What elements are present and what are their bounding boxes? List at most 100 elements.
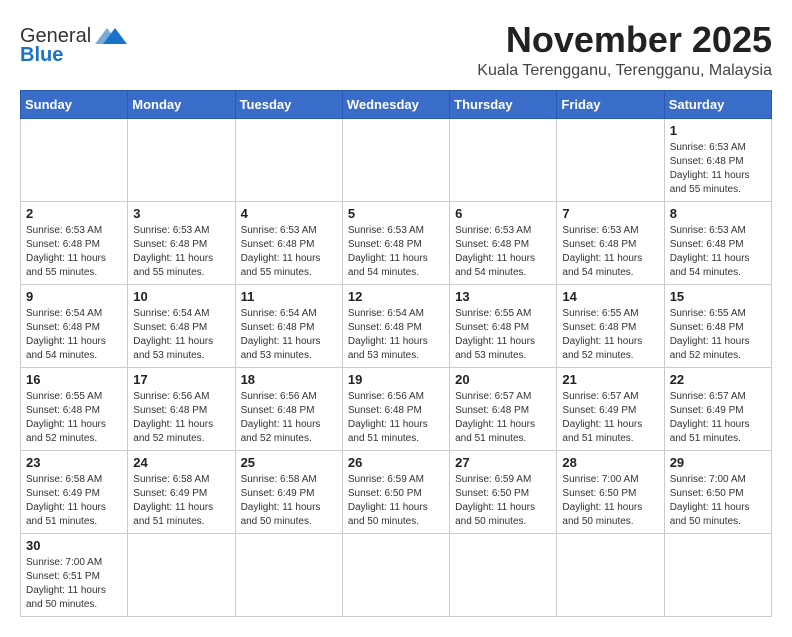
calendar-header-monday: Monday (128, 90, 235, 118)
cell-info: Sunrise: 6:53 AM Sunset: 6:48 PM Dayligh… (348, 224, 444, 280)
day-number: 8 (670, 206, 766, 221)
calendar-cell: 10 Sunrise: 6:54 AM Sunset: 6:48 PM Dayli… (128, 284, 235, 367)
page-header: General Blue November 2025 Kuala Terengg… (20, 20, 772, 80)
cell-info: Sunrise: 6:53 AM Sunset: 6:48 PM Dayligh… (670, 141, 766, 197)
month-title: November 2025 (477, 20, 772, 60)
calendar-cell: 30 Sunrise: 7:00 AM Sunset: 6:51 PM Dayli… (21, 533, 128, 616)
day-number: 16 (26, 372, 122, 387)
cell-info: Sunrise: 6:59 AM Sunset: 6:50 PM Dayligh… (455, 473, 551, 529)
cell-info: Sunrise: 6:58 AM Sunset: 6:49 PM Dayligh… (26, 473, 122, 529)
day-number: 1 (670, 123, 766, 138)
calendar-table: SundayMondayTuesdayWednesdayThursdayFrid… (20, 90, 772, 617)
calendar-week-row: 16 Sunrise: 6:55 AM Sunset: 6:48 PM Dayli… (21, 367, 772, 450)
cell-info: Sunrise: 6:58 AM Sunset: 6:49 PM Dayligh… (133, 473, 229, 529)
logo-blue: Blue (20, 44, 63, 67)
calendar-cell: 19Sunrise: 6:56 AM Sunset: 6:48 PM Dayli… (342, 367, 449, 450)
cell-info: Sunrise: 6:55 AM Sunset: 6:48 PM Dayligh… (26, 390, 122, 446)
cell-info: Sunrise: 6:57 AM Sunset: 6:49 PM Dayligh… (562, 390, 658, 446)
calendar-cell (450, 533, 557, 616)
day-number: 6 (455, 206, 551, 221)
calendar-cell (450, 118, 557, 201)
day-number: 10 (133, 289, 229, 304)
calendar-cell: 3 Sunrise: 6:53 AM Sunset: 6:48 PM Daylig… (128, 201, 235, 284)
cell-info: Sunrise: 6:53 AM Sunset: 6:48 PM Dayligh… (133, 224, 229, 280)
cell-info: Sunrise: 6:53 AM Sunset: 6:48 PM Dayligh… (455, 224, 551, 280)
cell-info: Sunrise: 6:54 AM Sunset: 6:48 PM Dayligh… (348, 307, 444, 363)
day-number: 22 (670, 372, 766, 387)
day-number: 28 (562, 455, 658, 470)
calendar-week-row: 9 Sunrise: 6:54 AM Sunset: 6:48 PM Daylig… (21, 284, 772, 367)
calendar-cell: 24Sunrise: 6:58 AM Sunset: 6:49 PM Dayli… (128, 450, 235, 533)
calendar-header-tuesday: Tuesday (235, 90, 342, 118)
calendar-cell (128, 118, 235, 201)
calendar-cell (664, 533, 771, 616)
calendar-cell: 5 Sunrise: 6:53 AM Sunset: 6:48 PM Daylig… (342, 201, 449, 284)
calendar-cell (557, 533, 664, 616)
day-number: 14 (562, 289, 658, 304)
calendar-cell (342, 533, 449, 616)
calendar-week-row: 1 Sunrise: 6:53 AM Sunset: 6:48 PM Daylig… (21, 118, 772, 201)
cell-info: Sunrise: 6:57 AM Sunset: 6:48 PM Dayligh… (455, 390, 551, 446)
calendar-cell: 12 Sunrise: 6:54 AM Sunset: 6:48 PM Dayli… (342, 284, 449, 367)
day-number: 4 (241, 206, 337, 221)
cell-info: Sunrise: 6:55 AM Sunset: 6:48 PM Dayligh… (455, 307, 551, 363)
cell-info: Sunrise: 6:54 AM Sunset: 6:48 PM Dayligh… (241, 307, 337, 363)
cell-info: Sunrise: 6:57 AM Sunset: 6:49 PM Dayligh… (670, 390, 766, 446)
calendar-cell: 13 Sunrise: 6:55 AM Sunset: 6:48 PM Dayli… (450, 284, 557, 367)
cell-info: Sunrise: 7:00 AM Sunset: 6:51 PM Dayligh… (26, 556, 122, 612)
calendar-cell: 18Sunrise: 6:56 AM Sunset: 6:48 PM Dayli… (235, 367, 342, 450)
calendar-header-friday: Friday (557, 90, 664, 118)
calendar-cell: 14 Sunrise: 6:55 AM Sunset: 6:48 PM Dayli… (557, 284, 664, 367)
day-number: 12 (348, 289, 444, 304)
cell-info: Sunrise: 6:53 AM Sunset: 6:48 PM Dayligh… (670, 224, 766, 280)
day-number: 25 (241, 455, 337, 470)
calendar-cell: 16 Sunrise: 6:55 AM Sunset: 6:48 PM Dayli… (21, 367, 128, 450)
day-number: 23 (26, 455, 122, 470)
day-number: 13 (455, 289, 551, 304)
calendar-cell: 27Sunrise: 6:59 AM Sunset: 6:50 PM Dayli… (450, 450, 557, 533)
calendar-cell: 4Sunrise: 6:53 AM Sunset: 6:48 PM Daylig… (235, 201, 342, 284)
calendar-header-thursday: Thursday (450, 90, 557, 118)
calendar-cell: 21Sunrise: 6:57 AM Sunset: 6:49 PM Dayli… (557, 367, 664, 450)
calendar-week-row: 2 Sunrise: 6:53 AM Sunset: 6:48 PM Daylig… (21, 201, 772, 284)
day-number: 26 (348, 455, 444, 470)
calendar-cell: 6 Sunrise: 6:53 AM Sunset: 6:48 PM Daylig… (450, 201, 557, 284)
cell-info: Sunrise: 6:56 AM Sunset: 6:48 PM Dayligh… (133, 390, 229, 446)
cell-info: Sunrise: 6:53 AM Sunset: 6:48 PM Dayligh… (562, 224, 658, 280)
calendar-cell: 20 Sunrise: 6:57 AM Sunset: 6:48 PM Dayli… (450, 367, 557, 450)
calendar-cell (235, 533, 342, 616)
day-number: 19 (348, 372, 444, 387)
calendar-week-row: 23 Sunrise: 6:58 AM Sunset: 6:49 PM Dayli… (21, 450, 772, 533)
day-number: 20 (455, 372, 551, 387)
calendar-cell: 28Sunrise: 7:00 AM Sunset: 6:50 PM Dayli… (557, 450, 664, 533)
calendar-cell: 23 Sunrise: 6:58 AM Sunset: 6:49 PM Dayli… (21, 450, 128, 533)
calendar-cell: 11 Sunrise: 6:54 AM Sunset: 6:48 PM Dayli… (235, 284, 342, 367)
day-number: 3 (133, 206, 229, 221)
calendar-cell: 7Sunrise: 6:53 AM Sunset: 6:48 PM Daylig… (557, 201, 664, 284)
cell-info: Sunrise: 7:00 AM Sunset: 6:50 PM Dayligh… (670, 473, 766, 529)
calendar-header-row: SundayMondayTuesdayWednesdayThursdayFrid… (21, 90, 772, 118)
day-number: 15 (670, 289, 766, 304)
day-number: 30 (26, 538, 122, 553)
calendar-cell (21, 118, 128, 201)
calendar-cell: 15Sunrise: 6:55 AM Sunset: 6:48 PM Dayli… (664, 284, 771, 367)
calendar-cell (128, 533, 235, 616)
cell-info: Sunrise: 6:59 AM Sunset: 6:50 PM Dayligh… (348, 473, 444, 529)
calendar-cell (235, 118, 342, 201)
day-number: 18 (241, 372, 337, 387)
day-number: 5 (348, 206, 444, 221)
calendar-cell: 17Sunrise: 6:56 AM Sunset: 6:48 PM Dayli… (128, 367, 235, 450)
calendar-cell (557, 118, 664, 201)
calendar-header-saturday: Saturday (664, 90, 771, 118)
calendar-cell: 26 Sunrise: 6:59 AM Sunset: 6:50 PM Dayli… (342, 450, 449, 533)
calendar-header-sunday: Sunday (21, 90, 128, 118)
calendar-week-row: 30 Sunrise: 7:00 AM Sunset: 6:51 PM Dayli… (21, 533, 772, 616)
day-number: 9 (26, 289, 122, 304)
day-number: 2 (26, 206, 122, 221)
day-number: 11 (241, 289, 337, 304)
calendar-cell: 25Sunrise: 6:58 AM Sunset: 6:49 PM Dayli… (235, 450, 342, 533)
title-area: November 2025 Kuala Terengganu, Terengga… (477, 20, 772, 80)
cell-info: Sunrise: 6:55 AM Sunset: 6:48 PM Dayligh… (562, 307, 658, 363)
cell-info: Sunrise: 6:54 AM Sunset: 6:48 PM Dayligh… (133, 307, 229, 363)
calendar-cell: 2Sunrise: 6:53 AM Sunset: 6:48 PM Daylig… (21, 201, 128, 284)
